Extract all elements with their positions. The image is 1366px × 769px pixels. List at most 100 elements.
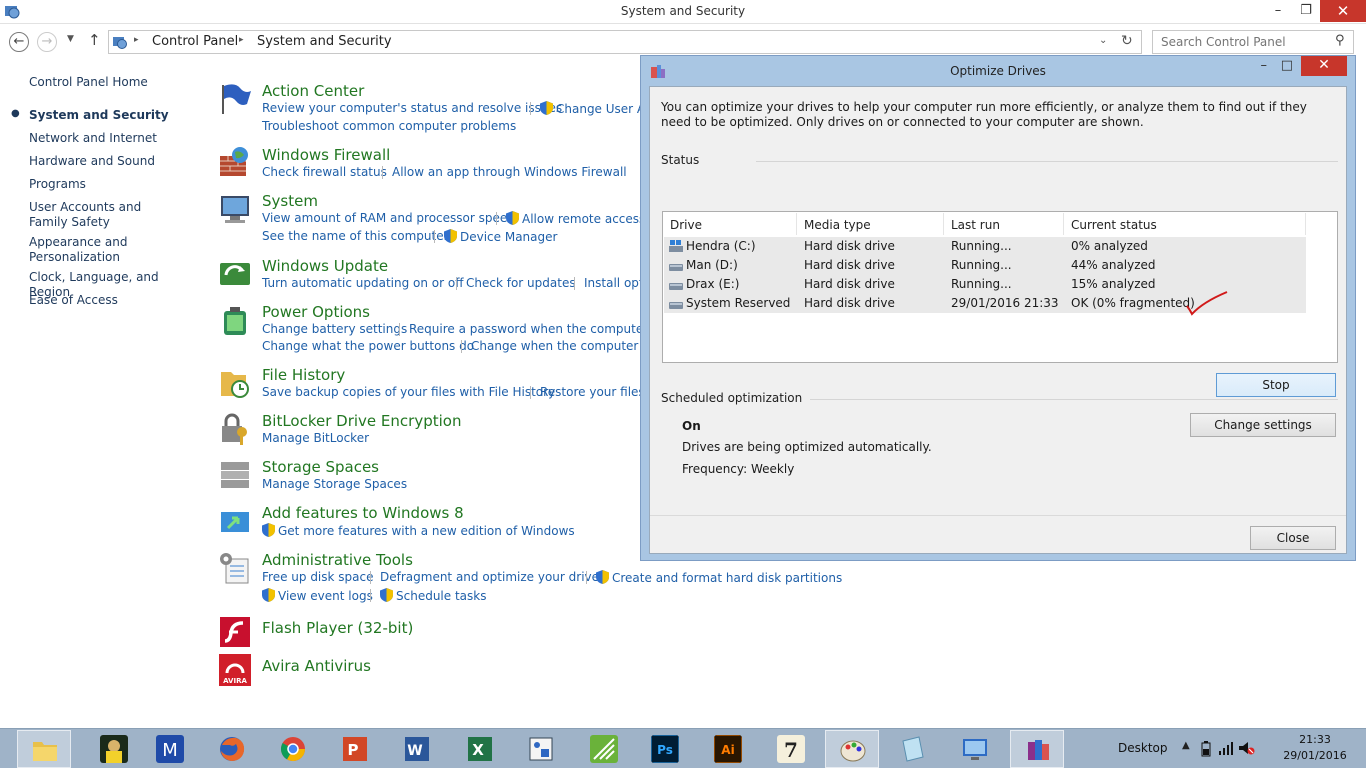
flash-player-title[interactable]: Flash Player (32-bit) xyxy=(262,619,413,637)
device-manager-link[interactable]: Device Manager xyxy=(444,229,557,244)
file-history-title[interactable]: File History xyxy=(262,366,345,384)
nav-system-and-security[interactable]: System and Security xyxy=(29,108,199,123)
dialog-maximize-button[interactable]: □ xyxy=(1281,58,1293,73)
refresh-icon[interactable]: ↻ xyxy=(1121,33,1133,49)
stop-button[interactable]: Stop xyxy=(1216,373,1336,397)
drive-row[interactable]: Hendra (C:) Hard disk drive Running... 0… xyxy=(664,237,1306,256)
battery-settings-link[interactable]: Change battery settings xyxy=(262,322,407,336)
forward-button[interactable]: → xyxy=(37,32,57,52)
column-header-current-status[interactable]: Current status xyxy=(1071,218,1157,232)
taskbar-pes-game[interactable] xyxy=(87,730,141,768)
taskbar-paint[interactable] xyxy=(825,730,879,768)
bitlocker-title[interactable]: BitLocker Drive Encryption xyxy=(262,412,461,430)
taskbar-excel[interactable]: X xyxy=(453,730,507,768)
drive-row[interactable]: Man (D:) Hard disk drive Running... 44% … xyxy=(664,256,1306,275)
view-event-logs-link[interactable]: View event logs xyxy=(262,588,373,603)
drive-list[interactable]: Drive Media type Last run Current status… xyxy=(662,211,1338,363)
search-box[interactable]: ⚲ xyxy=(1152,30,1354,54)
address-box[interactable]: ▸ Control Panel ▸ System and Security ⌄ … xyxy=(108,30,1142,54)
action-center-title[interactable]: Action Center xyxy=(262,82,364,100)
taskbar-remote-app[interactable] xyxy=(948,730,1002,768)
taskbar-app-blue[interactable] xyxy=(514,730,568,768)
dialog-close-button[interactable]: ✕ xyxy=(1301,56,1347,76)
minimize-button[interactable]: – xyxy=(1264,0,1292,22)
defragment-link[interactable]: Defragment and optimize your drives xyxy=(380,570,605,584)
search-input[interactable] xyxy=(1161,32,1331,52)
back-button[interactable]: ← xyxy=(9,32,29,52)
computer-sleeps-link[interactable]: Change when the computer slee xyxy=(471,339,667,353)
taskbar-app-green[interactable] xyxy=(577,730,631,768)
check-firewall-link[interactable]: Check firewall status xyxy=(262,165,387,179)
column-header-last-run[interactable]: Last run xyxy=(951,218,1000,232)
get-more-features-link[interactable]: Get more features with a new edition of … xyxy=(262,523,575,538)
restore-button[interactable]: ❐ xyxy=(1292,0,1320,22)
manage-storage-link[interactable]: Manage Storage Spaces xyxy=(262,477,407,491)
computer-name-link[interactable]: See the name of this computer xyxy=(262,229,449,243)
create-partitions-link[interactable]: Create and format hard disk partitions xyxy=(596,570,842,585)
windows-update-icon xyxy=(220,263,250,285)
taskbar-m-app[interactable]: M xyxy=(143,730,197,768)
nav-programs[interactable]: Programs xyxy=(29,177,199,192)
search-icon[interactable]: ⚲ xyxy=(1335,33,1345,48)
admin-tools-title[interactable]: Administrative Tools xyxy=(262,551,413,569)
column-header-drive[interactable]: Drive xyxy=(670,218,702,232)
nav-appearance[interactable]: Appearance and Personalization xyxy=(29,235,129,265)
column-header-media-type[interactable]: Media type xyxy=(804,218,871,232)
install-optional-link[interactable]: Install opti xyxy=(584,276,647,290)
nav-network-and-internet[interactable]: Network and Internet xyxy=(29,131,199,146)
taskbar-powerpoint[interactable]: P xyxy=(328,730,382,768)
troubleshoot-link[interactable]: Troubleshoot common computer problems xyxy=(262,119,516,133)
taskbar-photoshop[interactable]: Ps xyxy=(638,730,692,768)
allow-app-link[interactable]: Allow an app through Windows Firewall xyxy=(392,165,627,179)
show-hidden-icons-chevron-icon[interactable]: ▲ xyxy=(1182,740,1190,751)
clock-time[interactable]: 21:33 xyxy=(1272,733,1358,746)
close-button[interactable]: ✕ xyxy=(1320,0,1366,22)
address-dropdown-icon[interactable]: ⌄ xyxy=(1099,35,1107,46)
power-buttons-link[interactable]: Change what the power buttons do xyxy=(262,339,474,353)
recent-pages-chevron-icon[interactable]: ▼ xyxy=(67,34,74,44)
nav-ease-of-access[interactable]: Ease of Access xyxy=(29,293,199,308)
taskbar-file-explorer[interactable] xyxy=(17,730,71,768)
breadcrumb-system-and-security[interactable]: System and Security xyxy=(257,34,392,49)
network-signal-icon[interactable] xyxy=(1218,740,1234,756)
taskbar-chrome[interactable] xyxy=(266,730,320,768)
taskbar-winrar[interactable] xyxy=(1010,730,1064,768)
allow-remote-link[interactable]: Allow remote access xyxy=(506,211,645,226)
schedule-tasks-link[interactable]: Schedule tasks xyxy=(380,588,486,603)
auto-update-link[interactable]: Turn automatic updating on or off xyxy=(262,276,464,290)
system-title[interactable]: System xyxy=(262,192,318,210)
change-settings-button[interactable]: Change settings xyxy=(1190,413,1336,437)
taskbar-illustrator[interactable]: Ai xyxy=(701,730,755,768)
taskbar-7zip[interactable]: 7 xyxy=(764,730,818,768)
avira-title[interactable]: Avira Antivirus xyxy=(262,657,371,675)
storage-title[interactable]: Storage Spaces xyxy=(262,458,379,476)
review-status-link[interactable]: Review your computer's status and resolv… xyxy=(262,101,562,115)
close-dialog-button[interactable]: Close xyxy=(1250,526,1336,550)
manage-bitlocker-link[interactable]: Manage BitLocker xyxy=(262,431,369,445)
nav-control-panel-home[interactable]: Control Panel Home xyxy=(29,75,199,90)
nav-hardware-and-sound[interactable]: Hardware and Sound xyxy=(29,154,199,169)
taskbar-firefox[interactable] xyxy=(205,730,259,768)
update-title[interactable]: Windows Update xyxy=(262,257,388,275)
battery-icon[interactable] xyxy=(1201,741,1211,757)
window-titlebar: System and Security – ❐ ✕ xyxy=(0,0,1366,24)
nav-user-accounts[interactable]: User Accounts and Family Safety xyxy=(29,200,179,230)
require-password-link[interactable]: Require a password when the computer wak xyxy=(409,322,676,336)
change-uac-link[interactable]: Change User Ac xyxy=(540,101,652,116)
power-title[interactable]: Power Options xyxy=(262,303,370,321)
desktop-toolbar-label[interactable]: Desktop xyxy=(1118,741,1168,755)
free-disk-space-link[interactable]: Free up disk space xyxy=(262,570,374,584)
save-backup-link[interactable]: Save backup copies of your files with Fi… xyxy=(262,385,555,399)
volume-muted-icon[interactable] xyxy=(1238,740,1256,756)
check-updates-link[interactable]: Check for updates xyxy=(466,276,576,290)
add-features-title[interactable]: Add features to Windows 8 xyxy=(262,504,464,522)
taskbar-notes[interactable] xyxy=(886,730,940,768)
firewall-title[interactable]: Windows Firewall xyxy=(262,146,390,164)
taskbar-word[interactable]: W xyxy=(390,730,444,768)
breadcrumb-control-panel[interactable]: Control Panel xyxy=(152,34,238,49)
clock-date[interactable]: 29/01/2016 xyxy=(1272,749,1358,762)
dialog-minimize-button[interactable]: – xyxy=(1261,58,1268,73)
up-arrow-icon[interactable]: ↑ xyxy=(88,31,101,49)
drive-name: Drax (E:) xyxy=(686,277,740,291)
view-ram-link[interactable]: View amount of RAM and processor speed xyxy=(262,211,515,225)
